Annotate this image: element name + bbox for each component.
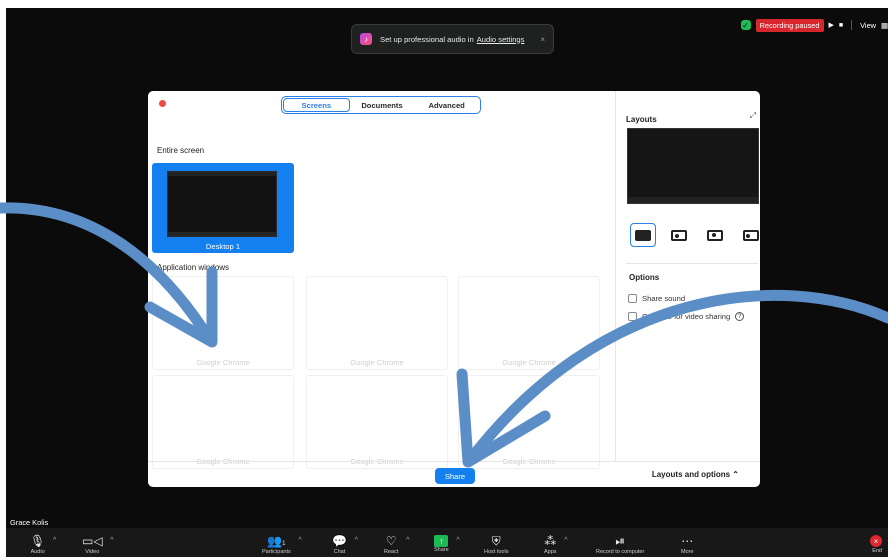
audio-options-caret[interactable]: ^: [53, 537, 56, 544]
layout-side-by-side[interactable]: [738, 223, 760, 247]
share-options-caret[interactable]: ^: [456, 537, 459, 544]
layouts-heading: Layouts: [626, 115, 657, 124]
more-icon: ⋯: [681, 534, 694, 548]
share-button[interactable]: Share: [435, 468, 475, 484]
chat-options-caret[interactable]: ^: [355, 537, 358, 544]
app-window-option[interactable]: Google Chrome: [458, 375, 600, 469]
expand-icon[interactable]: ⤢: [750, 111, 756, 121]
security-shield-icon[interactable]: ✓: [740, 20, 751, 30]
music-app-icon: ♪: [360, 33, 372, 45]
apps-button[interactable]: ⁂ Apps ^: [544, 534, 568, 557]
audio-button[interactable]: 🎙 Audio ^: [30, 534, 56, 557]
apps-icon: ⁂: [544, 534, 557, 548]
record-icon: ⏯: [615, 534, 625, 548]
layout-preview: [627, 128, 759, 204]
presenter-left-icon: [671, 229, 687, 241]
chat-button[interactable]: 💬 Chat ^: [332, 534, 358, 557]
app-window-option[interactable]: Google Chrome: [458, 276, 600, 370]
notification-text: Set up professional audio in Audio settin…: [380, 34, 525, 44]
zoom-meeting-window: ♪ Set up professional audio in Audio sett…: [6, 8, 888, 557]
layout-screen-only[interactable]: [630, 223, 656, 247]
dialog-footer: Share Layouts and options ⌃: [148, 461, 760, 487]
recording-paused-badge: Recording paused: [755, 18, 824, 32]
tab-screens[interactable]: Screens: [283, 98, 350, 112]
close-dialog-button[interactable]: [159, 100, 166, 107]
entire-screen-heading: Entire screen: [157, 146, 205, 155]
divider: [851, 20, 853, 30]
share-sound-option[interactable]: Share sound: [628, 294, 685, 303]
layout-presenter-left[interactable]: [666, 223, 692, 247]
share-screen-dialog: Screens Documents Advanced Entire screen…: [148, 91, 760, 487]
share-tabs: Screens Documents Advanced: [281, 96, 481, 114]
participants-options-caret[interactable]: ^: [298, 537, 301, 544]
resume-recording-button[interactable]: ▶: [829, 21, 834, 29]
app-window-option[interactable]: Google Chrome: [152, 375, 294, 469]
stop-recording-button[interactable]: ■: [839, 22, 843, 29]
optimize-video-checkbox[interactable]: [628, 312, 637, 321]
share-screen-icon: ↑: [434, 535, 449, 547]
desktop-thumbnail: [167, 171, 277, 237]
desktop-label: Desktop 1: [205, 242, 241, 251]
view-menu-button[interactable]: View: [860, 21, 876, 30]
participants-button[interactable]: 👥1 Participants ^: [262, 534, 302, 557]
app-window-option[interactable]: Google Chrome: [306, 276, 448, 370]
app-window-label: Google Chrome: [196, 358, 250, 367]
divider: [626, 263, 758, 264]
react-icon: ♡: [385, 534, 397, 548]
tab-advanced[interactable]: Advanced: [414, 98, 479, 112]
video-camera-icon: ▭◁: [82, 534, 103, 548]
help-icon[interactable]: ?: [735, 312, 745, 321]
recording-status-bar: ✓ Recording paused ▶ ■ View ▦: [740, 18, 888, 32]
close-notification-icon[interactable]: ×: [540, 35, 545, 44]
layout-presenter-right[interactable]: [702, 223, 728, 247]
react-button[interactable]: ♡ React ^: [384, 534, 409, 557]
layout-options: [630, 223, 760, 247]
chat-icon: 💬: [332, 534, 347, 548]
audio-settings-notification: ♪ Set up professional audio in Audio sett…: [351, 24, 554, 54]
presenter-right-icon: [707, 229, 723, 241]
participant-name: Grace Kolis: [10, 518, 49, 527]
options-heading: Options: [629, 273, 660, 282]
share-screen-button[interactable]: ↑ Share ^: [434, 535, 460, 557]
apps-options-caret[interactable]: ^: [564, 537, 567, 544]
application-windows-heading: Application windows: [157, 263, 230, 272]
microphone-icon: 🎙: [30, 534, 46, 548]
layouts-panel: Layouts ⤢ Options Share sound Optimize f…: [616, 91, 760, 461]
share-sound-label: Share sound: [642, 294, 686, 303]
app-window-label: Google Chrome: [350, 358, 404, 367]
optimize-video-option[interactable]: Optimize for video sharing ?: [628, 312, 745, 321]
grid-view-icon[interactable]: ▦: [881, 21, 888, 30]
meeting-toolbar: 🎙 Audio ^ ▭◁ Video ^ 👥1 Participants ^ 💬 Chat ^ …: [6, 528, 888, 557]
app-window-label: Google Chrome: [502, 358, 556, 367]
more-button[interactable]: ⋯ More: [681, 535, 694, 557]
tab-documents[interactable]: Documents: [350, 98, 415, 112]
share-sound-checkbox[interactable]: [628, 294, 637, 303]
screen-only-icon: [635, 229, 651, 241]
optimize-video-label: Optimize for video sharing: [642, 312, 731, 321]
audio-settings-link[interactable]: Audio settings: [477, 35, 525, 44]
video-button[interactable]: ▭◁ Video ^: [82, 534, 114, 557]
desktop-1-option[interactable]: Desktop 1: [152, 163, 294, 253]
video-options-caret[interactable]: ^: [110, 537, 113, 544]
end-meeting-button[interactable]: ×: [870, 535, 882, 547]
app-window-option[interactable]: Google Chrome: [306, 375, 448, 469]
host-tools-button[interactable]: ⛨ Host tools: [484, 535, 508, 557]
participants-icon: 👥1: [267, 534, 286, 548]
record-button[interactable]: ⏯ Record to computer: [596, 535, 644, 557]
react-options-caret[interactable]: ^: [406, 537, 409, 544]
layouts-and-options-toggle[interactable]: Layouts and options ⌃: [652, 470, 739, 479]
app-window-option[interactable]: Google Chrome: [152, 276, 294, 370]
side-by-side-icon: [743, 229, 759, 241]
end-meeting-label: End: [872, 548, 882, 554]
shield-icon: ⛨: [491, 534, 501, 548]
